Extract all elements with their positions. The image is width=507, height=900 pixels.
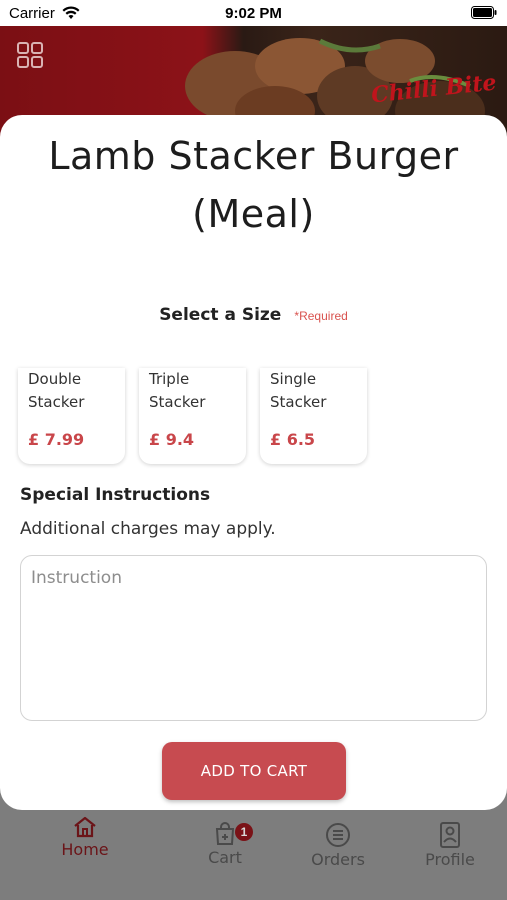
status-time: 9:02 PM bbox=[225, 5, 282, 22]
profile-icon bbox=[440, 822, 460, 848]
orders-icon bbox=[326, 823, 350, 847]
item-title: Lamb Stacker Burger (Meal) bbox=[0, 127, 507, 243]
size-name-line1: Triple bbox=[149, 370, 190, 388]
size-option-name: Double Stacker bbox=[28, 368, 123, 414]
size-option-single[interactable]: Single Stacker £ 6.5 bbox=[260, 368, 367, 464]
item-detail-sheet: Lamb Stacker Burger (Meal) Select a Size… bbox=[0, 115, 507, 810]
size-option-name: Triple Stacker bbox=[149, 368, 244, 414]
tab-profile[interactable]: Profile bbox=[390, 812, 507, 872]
size-name-line1: Single bbox=[270, 370, 317, 388]
required-label: *Required bbox=[294, 309, 348, 323]
instruction-input[interactable] bbox=[20, 555, 487, 721]
size-option-price: £ 7.99 bbox=[28, 430, 85, 449]
tab-orders[interactable]: Orders bbox=[278, 812, 398, 872]
status-bar: Carrier 9:02 PM bbox=[0, 0, 507, 26]
item-title-line1: Lamb Stacker Burger bbox=[48, 134, 459, 178]
size-name-line2: Stacker bbox=[270, 393, 327, 411]
bottom-tab-bar: Home 1 Cart Orders Profile bbox=[0, 810, 507, 900]
battery-icon bbox=[471, 6, 497, 23]
tab-home-label: Home bbox=[61, 840, 109, 859]
size-section-title: Select a Size bbox=[159, 305, 282, 325]
size-option-double[interactable]: Double Stacker £ 7.99 bbox=[18, 368, 125, 464]
add-to-cart-button[interactable]: ADD TO CART bbox=[162, 742, 346, 800]
cart-icon bbox=[215, 822, 235, 845]
size-name-line2: Stacker bbox=[28, 393, 85, 411]
size-option-name: Single Stacker bbox=[270, 368, 365, 414]
size-name-line1: Double bbox=[28, 370, 82, 388]
size-option-price: £ 9.4 bbox=[149, 430, 195, 449]
tab-home[interactable]: Home bbox=[25, 812, 145, 872]
home-icon bbox=[74, 816, 96, 838]
tab-cart[interactable]: 1 Cart bbox=[165, 812, 285, 872]
tab-cart-label: Cart bbox=[208, 848, 242, 867]
size-heading: Select a Size *Required bbox=[0, 305, 507, 325]
size-name-line2: Stacker bbox=[149, 393, 206, 411]
item-title-line2: (Meal) bbox=[192, 192, 315, 236]
size-option-triple[interactable]: Triple Stacker £ 9.4 bbox=[139, 368, 246, 464]
tab-profile-label: Profile bbox=[425, 850, 475, 869]
grid-menu-icon[interactable] bbox=[17, 42, 43, 72]
tab-orders-label: Orders bbox=[311, 850, 365, 869]
size-option-price: £ 6.5 bbox=[270, 430, 316, 449]
special-instructions-note: Additional charges may apply. bbox=[20, 519, 276, 539]
special-instructions-title: Special Instructions bbox=[20, 485, 211, 505]
cart-count-badge: 1 bbox=[235, 823, 253, 841]
